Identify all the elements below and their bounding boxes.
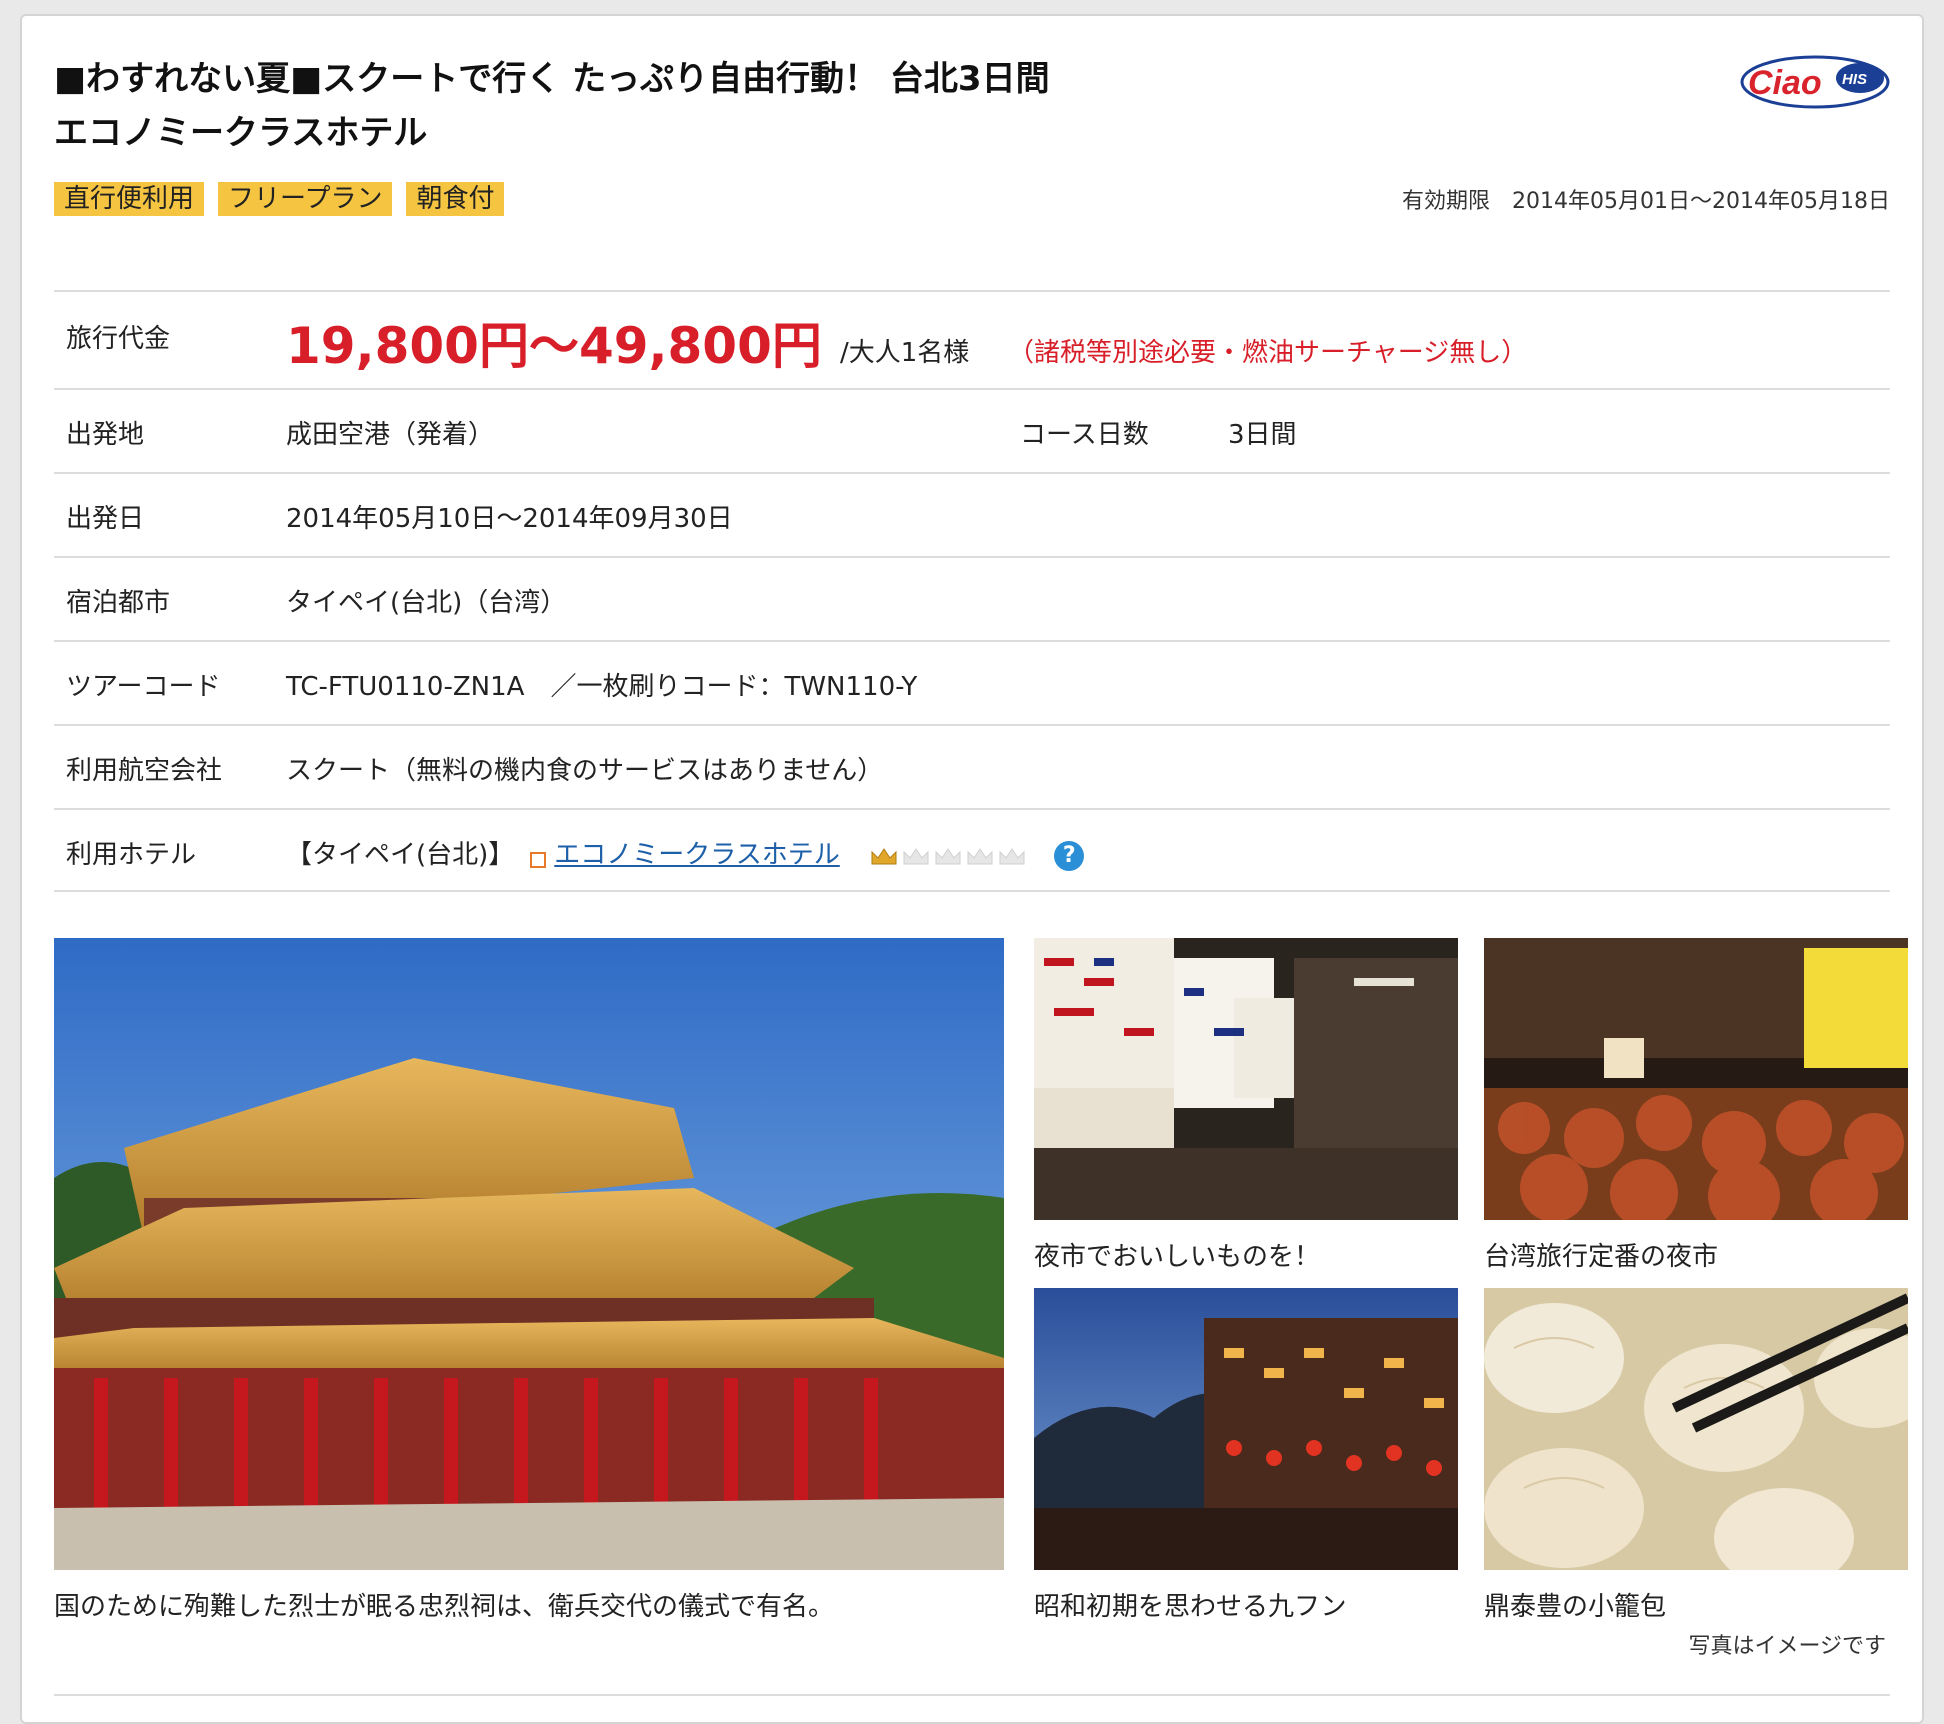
divider (54, 1694, 1890, 1696)
crown-icon (903, 847, 929, 864)
row-hotel: 利用ホテル 【タイペイ(台北)】 エコノミークラスホテル ? (54, 808, 1890, 892)
caption-3: 昭和初期を思わせる九フン (1034, 1592, 1347, 1622)
details-table: 旅行代金 19,800円～49,800円 /大人1名様 （諸税等別途必要・燃油サ… (54, 290, 1890, 892)
xiaolongbao-photo (1484, 1288, 1908, 1570)
row-departure: 出発地 成田空港（発着） コース日数 3日間 (54, 388, 1890, 472)
photo-note: 写真はイメージです (1688, 1634, 1886, 1659)
ciao-his-logo: Ciao HIS (1740, 55, 1890, 109)
caption-1: 夜市でおいしいものを！ (1034, 1242, 1321, 1272)
tour-card: ■わすれない夏■スクートで行く たっぷり自由行動！ 台北3日間 エコノミークラス… (20, 14, 1924, 1724)
crown-icon (935, 847, 961, 864)
temple-photo (54, 938, 1004, 1570)
crown-icon (967, 847, 993, 864)
caption-4: 鼎泰豊の小籠包 (1484, 1592, 1667, 1622)
hotel-link[interactable]: エコノミークラスホテル (554, 840, 839, 870)
validity-period: 有効期限 2014年05月01日～2014年05月18日 (1402, 189, 1890, 214)
external-link-icon (530, 851, 547, 868)
night-market-photo-2 (1484, 938, 1908, 1220)
tag-breakfast: 朝食付 (406, 182, 505, 216)
crown-icon (999, 847, 1025, 864)
caption-main: 国のために殉難した烈士が眠る忠烈祠は、衛兵交代の儀式で有名。 (54, 1592, 835, 1622)
tag-free-plan: フリープラン (218, 182, 393, 216)
tag-direct-flight: 直行便利用 (54, 182, 205, 216)
jiufen-photo (1034, 1288, 1458, 1570)
hotel-rating (870, 846, 1026, 866)
night-market-photo-1 (1034, 938, 1458, 1220)
svg-text:Ciao: Ciao (1748, 64, 1822, 102)
row-city: 宿泊都市 タイペイ(台北)（台湾） (54, 556, 1890, 640)
crown-icon (871, 847, 897, 864)
price-note: （諸税等別途必要・燃油サーチャージ無し） (1008, 338, 1528, 368)
row-tour-code: ツアーコード TC-FTU0110-ZN1A ／一枚刷りコード：TWN110-Y (54, 640, 1890, 724)
svg-text:HIS: HIS (1842, 71, 1867, 88)
tour-title: ■わすれない夏■スクートで行く たっぷり自由行動！ 台北3日間 エコノミークラス… (54, 59, 1050, 153)
row-date: 出発日 2014年05月10日～2014年09月30日 (54, 472, 1890, 556)
price-value: 19,800円～49,800円 (286, 317, 822, 375)
row-price: 旅行代金 19,800円～49,800円 /大人1名様 （諸税等別途必要・燃油サ… (54, 290, 1890, 388)
tag-list: 直行便利用 フリープラン 朝食付 (54, 182, 505, 216)
row-airline: 利用航空会社 スクート（無料の機内食のサービスはありません） (54, 724, 1890, 808)
help-icon[interactable]: ? (1054, 840, 1085, 871)
caption-2: 台湾旅行定番の夜市 (1484, 1242, 1719, 1272)
